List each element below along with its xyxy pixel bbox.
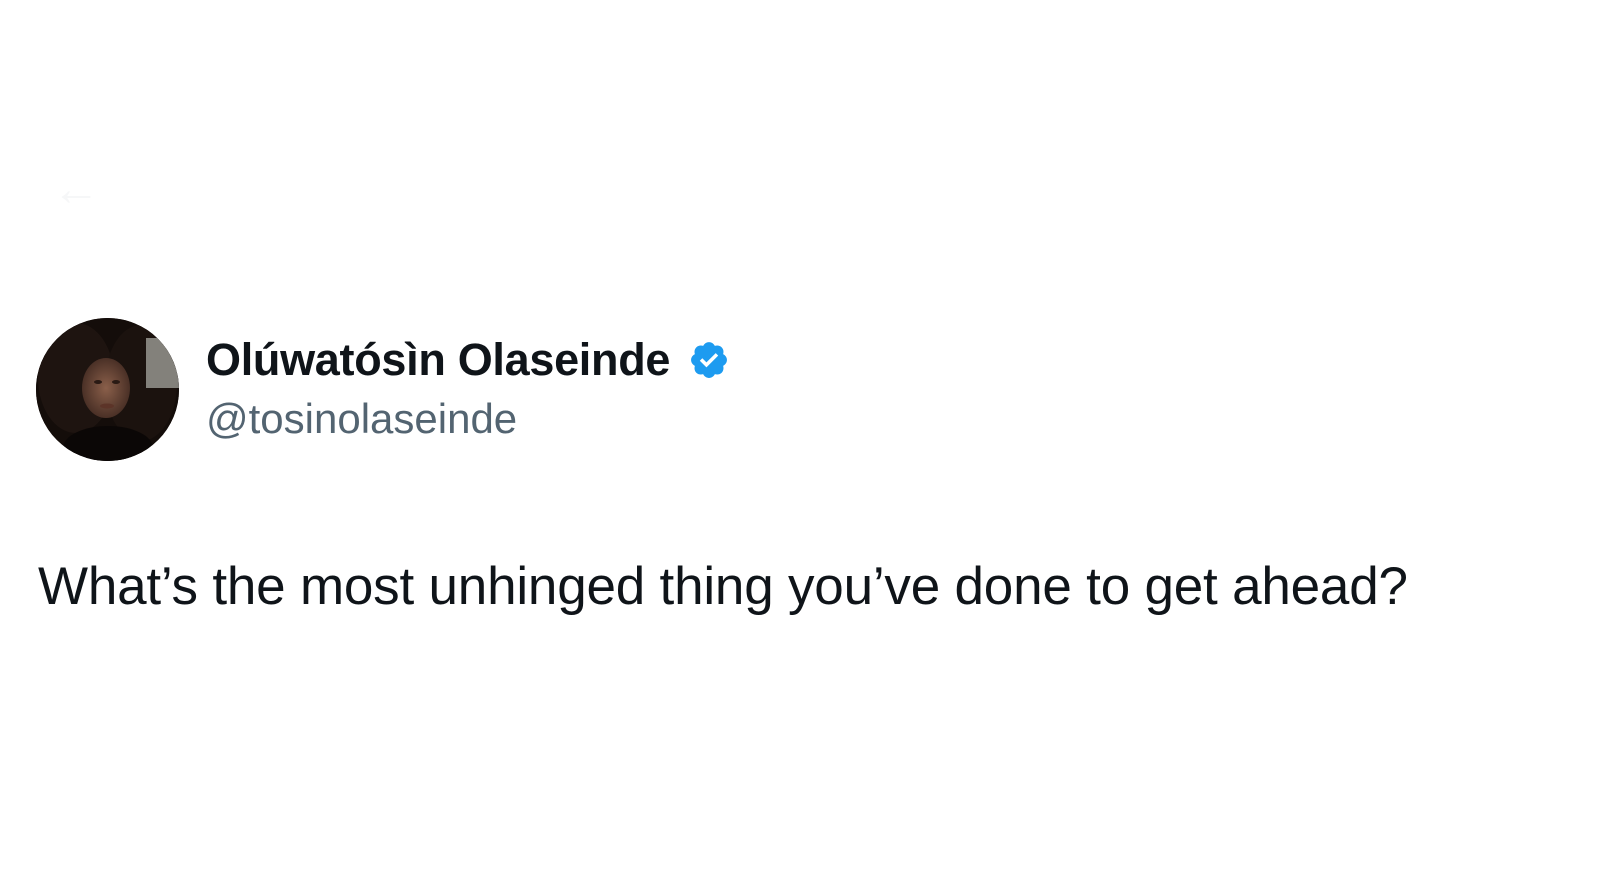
tweet-text: What’s the most unhinged thing you’ve do… — [38, 557, 1408, 616]
user-handle[interactable]: @tosinolaseinde — [206, 395, 517, 443]
arrow-left-icon[interactable]: ← — [52, 166, 112, 214]
display-name[interactable]: Olúwatósìn Olaseinde — [206, 334, 670, 386]
avatar-image — [36, 318, 179, 461]
avatar[interactable] — [36, 318, 179, 461]
post-header: ← — [0, 150, 1600, 230]
verified-badge-icon[interactable] — [688, 339, 730, 381]
author-name-row: Olúwatósìn Olaseinde — [206, 332, 730, 388]
